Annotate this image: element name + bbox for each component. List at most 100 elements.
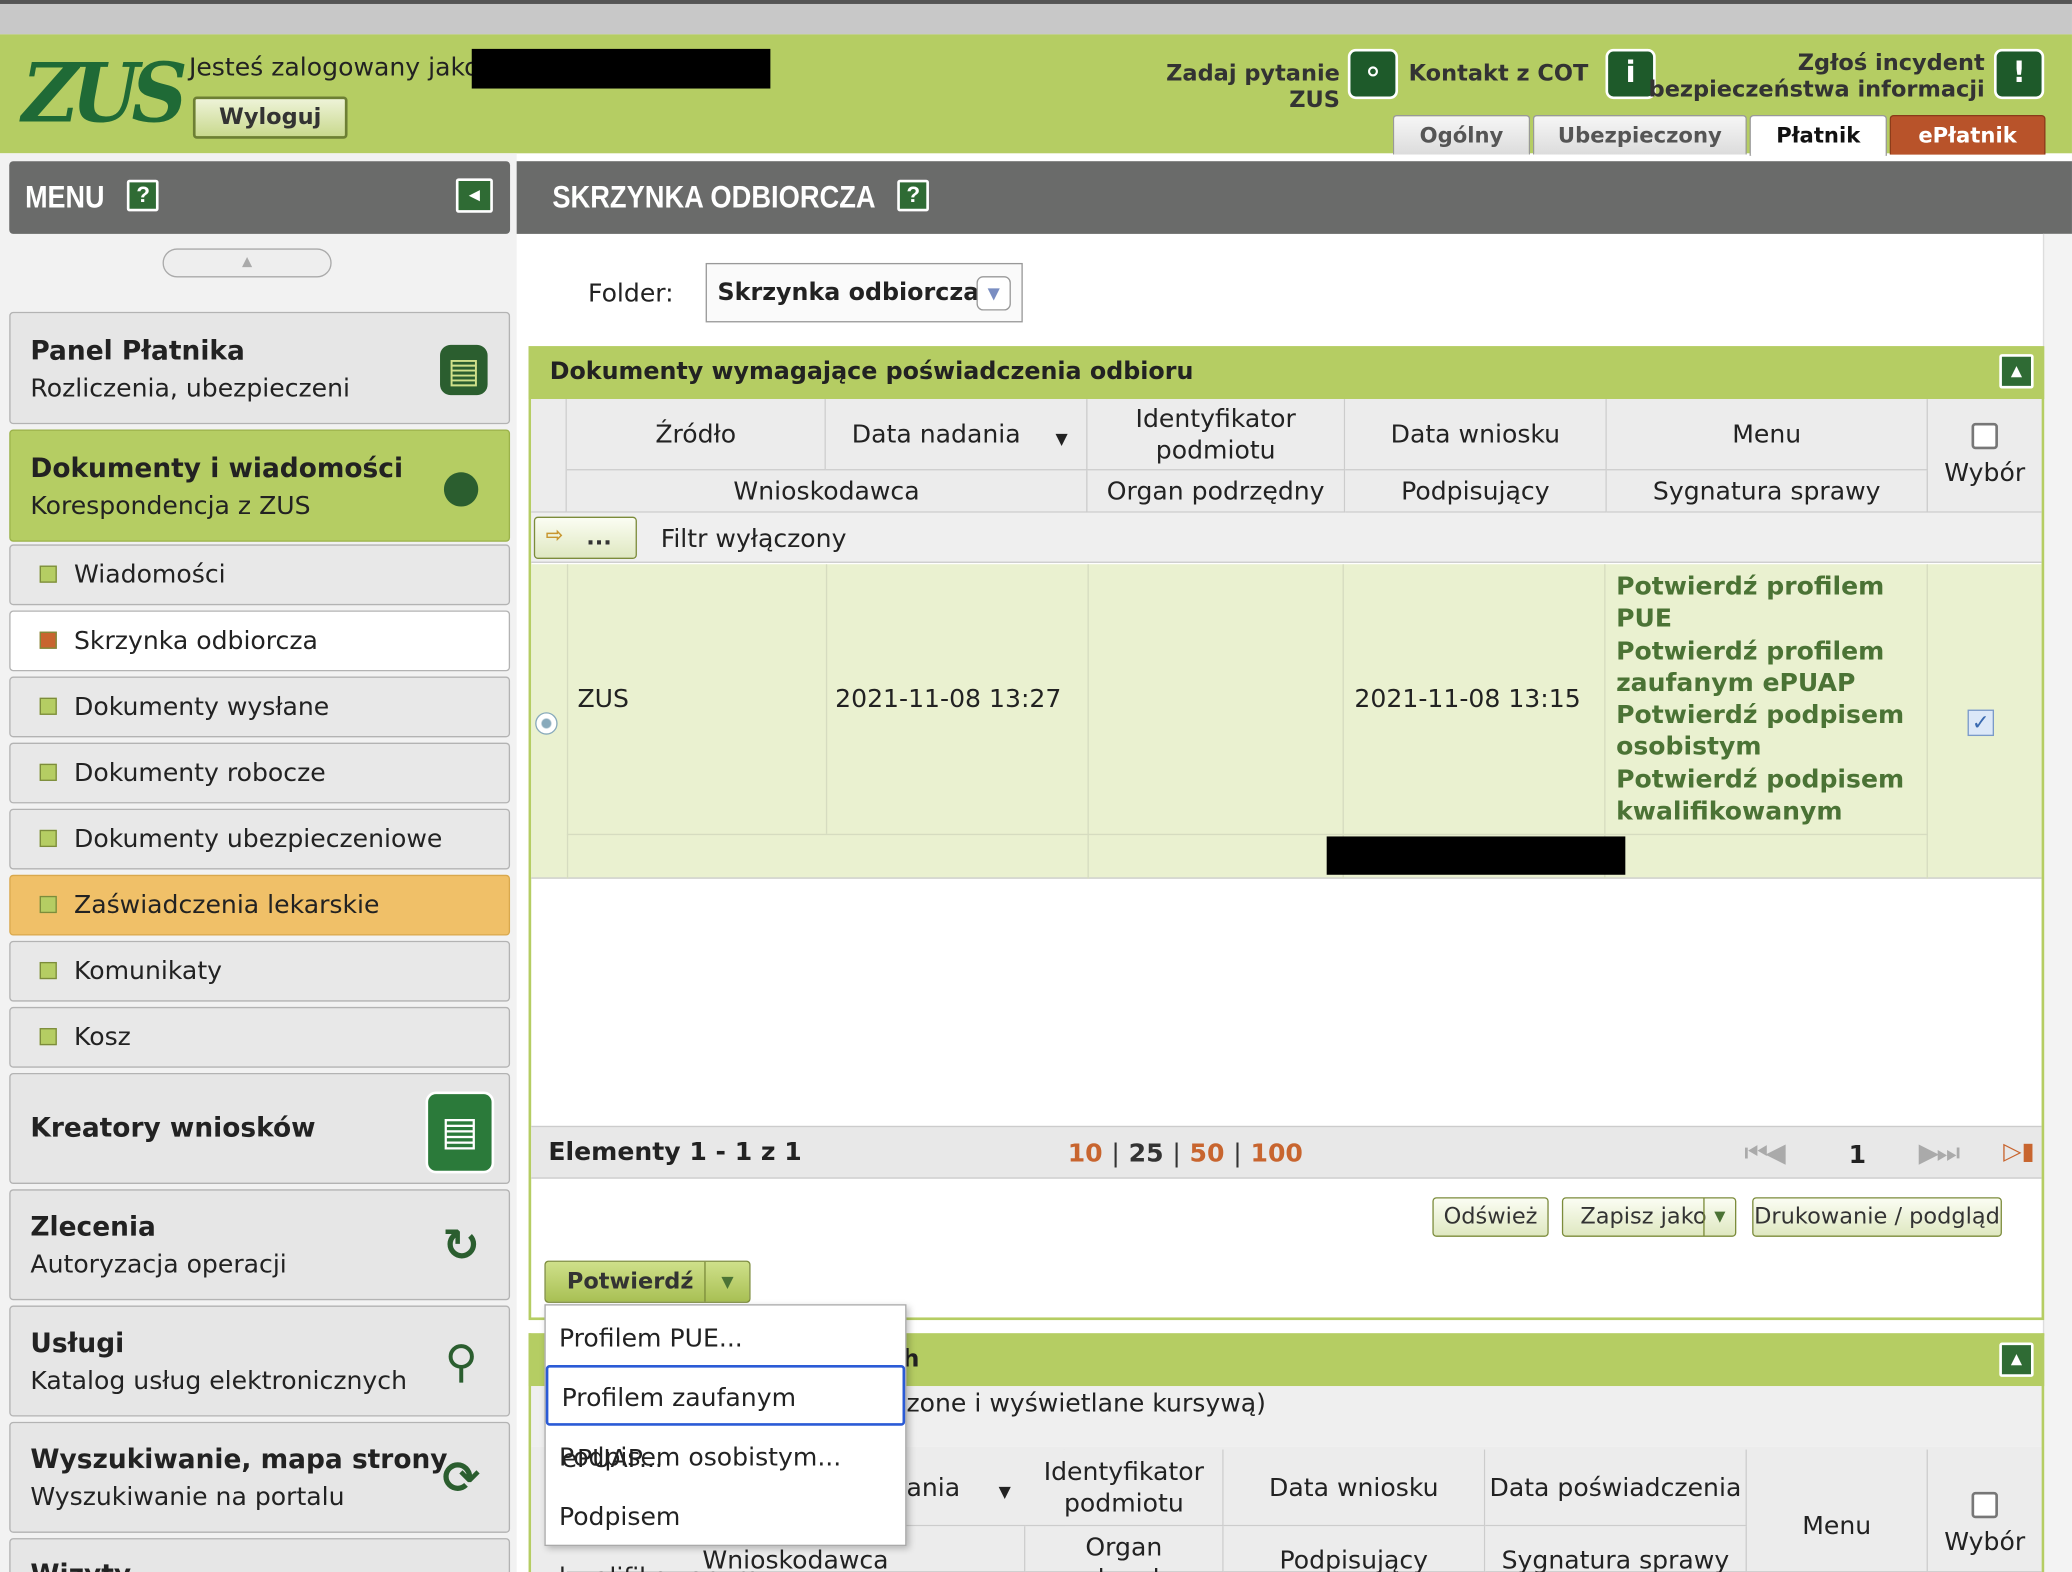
chevron-down-icon[interactable]: ▼ <box>976 276 1011 311</box>
refresh-button[interactable]: Odśwież <box>1432 1197 1549 1237</box>
action-confirm-qualified-sign[interactable]: Potwierdź podpisem kwalifikowanym <box>1616 763 1920 827</box>
sidebar-panel-platnika[interactable]: Panel Płatnika Rozliczenia, ubezpieczeni… <box>9 311 511 425</box>
logout-button[interactable]: Wyloguj <box>192 96 348 139</box>
header-data-wniosku[interactable]: Data wniosku <box>1345 399 1607 471</box>
p2-header-data-wniosku[interactable]: Data wniosku <box>1223 1449 1486 1527</box>
export-page-icon[interactable]: ▷▮ <box>2003 1138 2034 1166</box>
sidebar-item-label: Dokumenty robocze <box>73 758 326 788</box>
p2-header-data-poswiadczenia[interactable]: Data poświadczenia <box>1485 1449 1747 1527</box>
sidebar-uslugi-title: Usługi <box>30 1326 125 1359</box>
tab-platnik[interactable]: Płatnik <box>1749 114 1887 156</box>
bullet-icon <box>39 631 57 649</box>
confirm-dropdown-menu: Profilem PUE... Profilem zaufanym ePUAP.… <box>544 1304 907 1572</box>
menu-collapse-icon[interactable]: ◀ <box>455 178 493 213</box>
report-incident-line1[interactable]: Zgłoś incydent <box>1639 50 1985 76</box>
folder-select-value: Skrzynka odbiorcza <box>717 278 980 307</box>
menu-item-podpis-osobisty[interactable]: Podpisem osobistym... <box>546 1427 905 1488</box>
row-checkbox[interactable]: ✓ <box>1967 709 1994 737</box>
sidebar-dokumenty-title: Dokumenty i wiadomości <box>30 451 404 484</box>
page-size-25[interactable]: 25 <box>1129 1139 1164 1168</box>
sidebar-item-cot[interactable]: Dokumenty ubezpieczeniowe (COT) <box>9 808 511 912</box>
sidebar-panel-platnika-title: Panel Płatnika <box>30 334 245 367</box>
menu-scroll-up[interactable]: ▲ <box>162 248 332 278</box>
action-confirm-personal-sign[interactable]: Potwierdź podpisem osobistym <box>1616 699 1920 763</box>
filter-button[interactable]: ⇨... <box>533 516 637 559</box>
sidebar-uslugi[interactable]: Usługi Katalog usług elektronicznych ⚲ <box>9 1305 511 1417</box>
menu-item-profil-pue[interactable]: Profilem PUE... <box>546 1308 905 1369</box>
bullet-icon <box>39 895 57 914</box>
tab-ogolny[interactable]: Ogólny <box>1392 114 1531 155</box>
chevron-down-icon[interactable]: ▼ <box>1703 1198 1735 1236</box>
action-confirm-pue[interactable]: Potwierdź profilem PUE <box>1616 571 1920 635</box>
ask-zus-link[interactable]: Zadaj pytanie ZUS <box>1110 61 1340 114</box>
panel-collapse-icon[interactable]: ▲ <box>1999 354 2034 389</box>
sidebar-item-kosz[interactable]: Kosz <box>9 1006 511 1068</box>
p2-header-identyfikator[interactable]: Identyfikator podmiotu <box>1025 1449 1224 1527</box>
alert-icon[interactable]: ! <box>1993 48 2045 100</box>
header-sygnatura[interactable]: Sygnatura sprawy <box>1606 470 1928 513</box>
confirm-button[interactable]: Potwierdź ▼ <box>544 1260 751 1303</box>
tab-eplatnik[interactable]: ePłatnik <box>1889 114 2046 155</box>
header-data-nadania-label: Data nadania <box>851 419 1021 449</box>
sidebar-item-komunikaty[interactable]: Komunikaty <box>9 940 511 1002</box>
network-icon: ⚲ <box>444 1335 478 1389</box>
sidebar-item-wyslane[interactable]: Dokumenty wysłane <box>9 676 511 738</box>
sidebar-panel-platnika-sub: Rozliczenia, ubezpieczeni <box>30 373 351 404</box>
sidebar-item-skrzynka[interactable]: Skrzynka odbiorcza <box>9 610 511 672</box>
p2-header-sygnatura[interactable]: Sygnatura sprawy <box>1485 1526 1747 1572</box>
header-wybor: Wybór <box>1927 399 2042 513</box>
report-incident-line2[interactable]: bezpieczeństwa informacji <box>1639 77 1985 103</box>
select-all-checkbox[interactable] <box>1971 422 1998 449</box>
sidebar-item-label: Komunikaty <box>73 956 223 986</box>
action-confirm-epuap[interactable]: Potwierdź profilem zaufanym ePUAP <box>1616 635 1920 699</box>
folder-select[interactable]: Skrzynka odbiorcza ▼ <box>705 262 1023 323</box>
sidebar-zlecenia[interactable]: Zlecenia Autoryzacja operacji ↻ <box>9 1189 511 1301</box>
bullet-icon <box>39 961 57 980</box>
sidebar-item-wiadomosci[interactable]: Wiadomości <box>9 544 511 606</box>
p2-select-all-checkbox[interactable] <box>1971 1491 1998 1519</box>
menu-item-podpis-kwalifikowany[interactable]: Podpisem kwalifikowanym... <box>546 1487 905 1572</box>
tab-ubezpieczony[interactable]: Ubezpieczony <box>1532 114 1747 155</box>
header-zrodlo[interactable]: Źródło <box>566 399 826 471</box>
page-scrollbar[interactable] <box>2042 233 2072 1572</box>
sort-desc-icon[interactable]: ▼ <box>1055 423 1067 455</box>
sidebar-wizyty[interactable]: Wizyty <box>9 1538 511 1572</box>
page-size-50[interactable]: 50 <box>1190 1139 1225 1168</box>
p2-header-podpisujacy[interactable]: Podpisujący <box>1223 1526 1486 1572</box>
page-size-100[interactable]: 100 <box>1250 1139 1302 1168</box>
p2-header-organ-line2: podrzędny <box>1057 1563 1190 1572</box>
sidebar-zlecenia-sub: Autoryzacja operacji <box>30 1250 287 1280</box>
chat-icon[interactable]: ⚬ <box>1347 48 1399 100</box>
print-preview-button[interactable]: Drukowanie / podgląd <box>1752 1197 2002 1237</box>
menu-help-icon[interactable]: ? <box>127 179 160 212</box>
header-wnioskodawca[interactable]: Wnioskodawca <box>566 470 1088 513</box>
header-data-nadania[interactable]: Data nadania ▼ <box>825 399 1088 471</box>
chevron-down-icon[interactable]: ▼ <box>704 1261 749 1302</box>
page-title: SKRZYNKA ODBIORCZA <box>552 179 876 216</box>
page-help-icon[interactable]: ? <box>897 179 930 212</box>
sidebar-item-zaswiadczenia[interactable]: Zaświadczenia lekarskie <box>9 874 511 936</box>
next-last-page-icon[interactable]: ▶⏭ <box>1919 1136 1961 1168</box>
header-organ[interactable]: Organ podrzędny <box>1087 470 1346 513</box>
contact-cot-link[interactable]: Kontakt z COT <box>1401 61 1589 87</box>
sidebar-item-label: Dokumenty wysłane <box>73 692 330 722</box>
row-radio[interactable] <box>535 712 558 735</box>
sidebar-wyszukiwanie[interactable]: Wyszukiwanie, mapa strony Wyszukiwanie n… <box>9 1421 511 1533</box>
p2-header-identyfikator-line2: podmiotu <box>1063 1488 1184 1518</box>
sidebar-item-robocze[interactable]: Dokumenty robocze <box>9 742 511 804</box>
panel2-collapse-icon[interactable]: ▲ <box>1999 1342 2034 1377</box>
first-prev-page-icon[interactable]: ⏮◀ <box>1744 1136 1786 1168</box>
header-identyfikator-line2: podmiotu <box>1155 435 1276 465</box>
header-spacer <box>531 399 567 513</box>
header-podpisujacy[interactable]: Podpisujący <box>1345 470 1607 513</box>
save-as-button[interactable]: Zapisz jako ▼ <box>1561 1197 1737 1237</box>
menu-item-profil-epuap[interactable]: Profilem zaufanym ePUAP... <box>545 1365 906 1473</box>
p2-header-organ[interactable]: Organpodrzędny <box>1025 1526 1224 1572</box>
sort-desc-icon[interactable]: ▼ <box>999 1476 1011 1508</box>
sidebar-kreatory[interactable]: Kreatory wniosków ▤ <box>9 1072 511 1184</box>
row-divider <box>566 833 1928 836</box>
header-identyfikator[interactable]: Identyfikator podmiotu <box>1087 399 1346 471</box>
page-size-10[interactable]: 10 <box>1068 1139 1103 1168</box>
sidebar-dokumenty[interactable]: Dokumenty i wiadomości Korespondencja z … <box>9 429 511 542</box>
zus-logo[interactable]: ZUS <box>22 50 188 137</box>
